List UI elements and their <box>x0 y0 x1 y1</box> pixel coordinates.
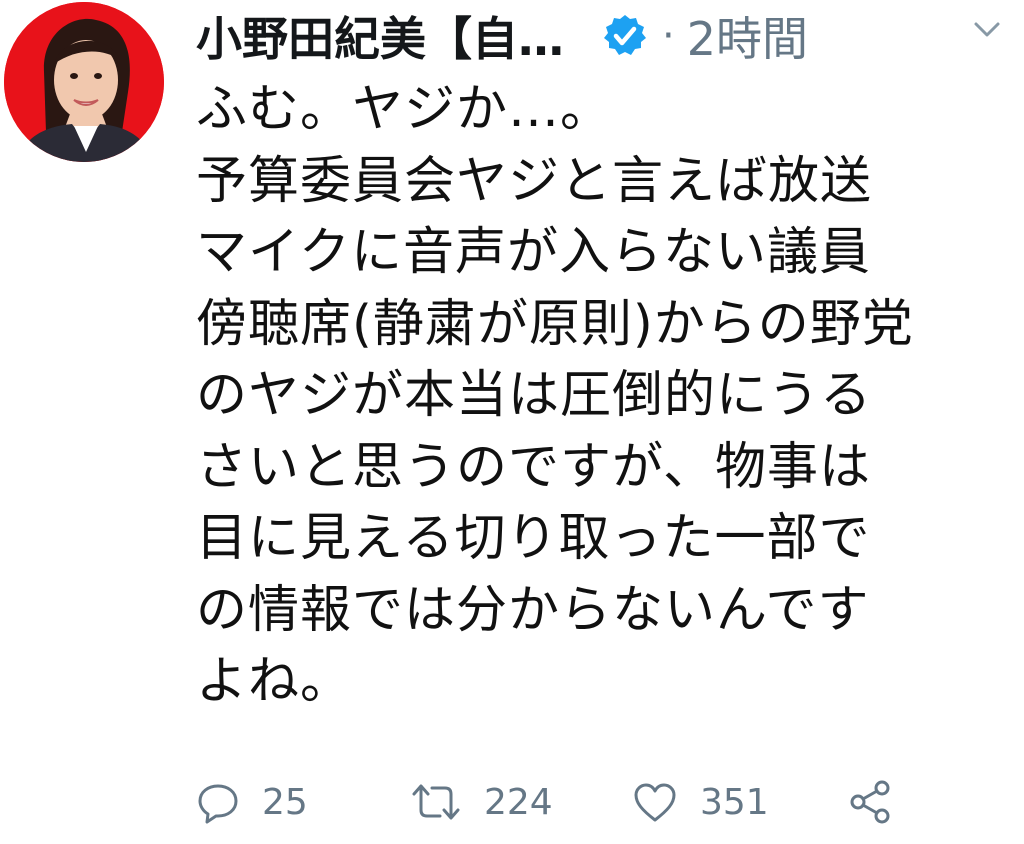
share-icon <box>848 779 894 825</box>
retweet-count: 224 <box>484 781 553 823</box>
reply-button[interactable]: 25 <box>196 770 308 834</box>
heart-icon <box>632 780 678 824</box>
timestamp[interactable]: 2時間 <box>687 3 808 69</box>
verified-badge-icon <box>602 13 648 59</box>
tweet-text-line: 予算委員会ヤジと言えば放送 <box>196 151 873 211</box>
tweet[interactable]: 小野田紀美【自… · 2時間 ふむ。ヤジか…。 予算委員会ヤジと言えば放送 マイ… <box>0 0 1024 844</box>
tweet-text-line: さいと思うのですが、物事は <box>196 437 871 497</box>
avatar[interactable] <box>4 2 164 162</box>
retweet-button[interactable]: 224 <box>410 770 553 834</box>
chevron-down-icon[interactable] <box>972 18 1002 42</box>
tweet-text-line: 目に見える切り取った一部で <box>196 509 871 568</box>
like-count: 351 <box>700 781 769 823</box>
separator-dot: · <box>662 13 675 59</box>
tweet-actions: 25 224 351 <box>196 770 936 834</box>
retweet-icon <box>410 780 462 824</box>
tweet-header: 小野田紀美【自… · 2時間 <box>196 4 1006 68</box>
tweet-text: ふむ。ヤジか…。 予算委員会ヤジと言えば放送 マイクに音声が入らない議員 傍聴席… <box>196 74 996 718</box>
tweet-text-line: 傍聴席(静粛が原則)からの野党 <box>196 294 914 354</box>
reply-count: 25 <box>262 781 308 823</box>
tweet-text-line: の情報では分からないんです <box>196 580 870 640</box>
reply-icon <box>196 780 240 824</box>
author-name[interactable]: 小野田紀美【自… <box>196 3 564 69</box>
tweet-text-line: のヤジが本当は圧倒的にうる <box>196 366 873 425</box>
tweet-text-line: マイクに音声が入らない議員 <box>196 223 871 282</box>
like-button[interactable]: 351 <box>632 770 769 834</box>
tweet-text-line: ふむ。ヤジか…。 <box>196 80 613 139</box>
avatar-image <box>4 2 164 162</box>
share-button[interactable] <box>848 770 894 834</box>
tweet-text-line: よね。 <box>196 652 353 711</box>
